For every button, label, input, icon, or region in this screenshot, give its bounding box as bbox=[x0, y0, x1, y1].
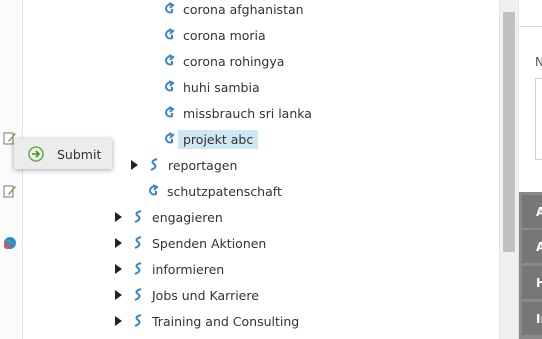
tree-item[interactable]: missbrauch sri lanka bbox=[162, 102, 312, 124]
section-bar[interactable]: In bbox=[522, 302, 542, 335]
tree-item-label: corona moria bbox=[183, 27, 266, 43]
submit-label: Submit bbox=[57, 146, 102, 162]
tree-item-label: Training and Consulting bbox=[152, 313, 300, 329]
link-icon bbox=[147, 158, 161, 172]
link-icon bbox=[162, 54, 176, 68]
tree-item-label: huhi sambia bbox=[183, 79, 260, 95]
link-icon bbox=[131, 236, 145, 250]
left-gutter bbox=[0, 0, 23, 339]
section-bar[interactable]: A bbox=[522, 195, 542, 228]
tree-item[interactable]: Training and Consulting bbox=[113, 310, 299, 332]
tree-item-selected[interactable]: projekt abc bbox=[162, 128, 259, 150]
tree-item-label: informieren bbox=[152, 261, 225, 277]
triangle-right-icon[interactable] bbox=[113, 238, 123, 248]
tree-item-label: projekt abc bbox=[178, 129, 259, 149]
submit-menu-item[interactable]: Submit bbox=[14, 139, 112, 169]
tree-item[interactable]: Jobs und Karriere bbox=[113, 284, 259, 306]
page-tree: corona afghanistan corona moria corona r… bbox=[23, 0, 499, 339]
tree-item-label: Jobs und Karriere bbox=[152, 287, 259, 303]
triangle-right-icon[interactable] bbox=[113, 264, 123, 274]
tree-item-label: reportagen bbox=[168, 157, 238, 173]
section-bar[interactable]: H bbox=[522, 266, 542, 299]
tree-item[interactable]: schutzpatenschaft bbox=[146, 180, 282, 202]
arrow-circle-right-icon bbox=[28, 146, 44, 162]
right-panel: N A A H In bbox=[518, 0, 542, 339]
tree-item[interactable]: engagieren bbox=[113, 206, 223, 228]
link-icon bbox=[131, 314, 145, 328]
link-icon bbox=[162, 28, 176, 42]
tree-item-label: Spenden Aktionen bbox=[152, 235, 267, 251]
triangle-right-icon[interactable] bbox=[113, 290, 123, 300]
field-label: N bbox=[535, 55, 542, 69]
triangle-right-icon[interactable] bbox=[113, 316, 123, 326]
link-icon bbox=[146, 184, 160, 198]
tree-item-label: engagieren bbox=[152, 209, 223, 225]
tree-item-label: missbrauch sri lanka bbox=[183, 105, 312, 121]
text-field[interactable] bbox=[535, 78, 542, 160]
context-menu: Submit bbox=[14, 139, 112, 169]
tree-item[interactable]: corona rohingya bbox=[162, 50, 284, 72]
scrollbar-thumb[interactable] bbox=[503, 12, 515, 252]
link-icon bbox=[162, 2, 176, 16]
triangle-right-icon[interactable] bbox=[113, 212, 123, 222]
triangle-right-icon[interactable] bbox=[129, 160, 139, 170]
tree-item[interactable]: corona moria bbox=[162, 24, 266, 46]
tree-item-label: corona rohingya bbox=[183, 53, 285, 69]
edit-page-icon[interactable] bbox=[3, 184, 17, 198]
tree-item[interactable]: reportagen bbox=[129, 154, 237, 176]
vertical-scrollbar[interactable] bbox=[499, 0, 518, 339]
link-icon bbox=[131, 262, 145, 276]
globe-page-icon[interactable] bbox=[3, 236, 17, 250]
section-bar[interactable]: A bbox=[522, 230, 542, 263]
link-icon bbox=[162, 132, 176, 146]
tree-item[interactable]: informieren bbox=[113, 258, 224, 280]
tree-item[interactable]: Spenden Aktionen bbox=[113, 232, 266, 254]
panel-header bbox=[519, 0, 542, 27]
link-icon bbox=[131, 210, 145, 224]
tree-item-label: corona afghanistan bbox=[183, 1, 304, 17]
link-icon bbox=[131, 288, 145, 302]
tree-item[interactable]: corona afghanistan bbox=[162, 0, 304, 20]
link-icon bbox=[162, 106, 176, 120]
link-icon bbox=[162, 80, 176, 94]
tree-item[interactable]: huhi sambia bbox=[162, 76, 260, 98]
tree-item-label: schutzpatenschaft bbox=[167, 183, 282, 199]
